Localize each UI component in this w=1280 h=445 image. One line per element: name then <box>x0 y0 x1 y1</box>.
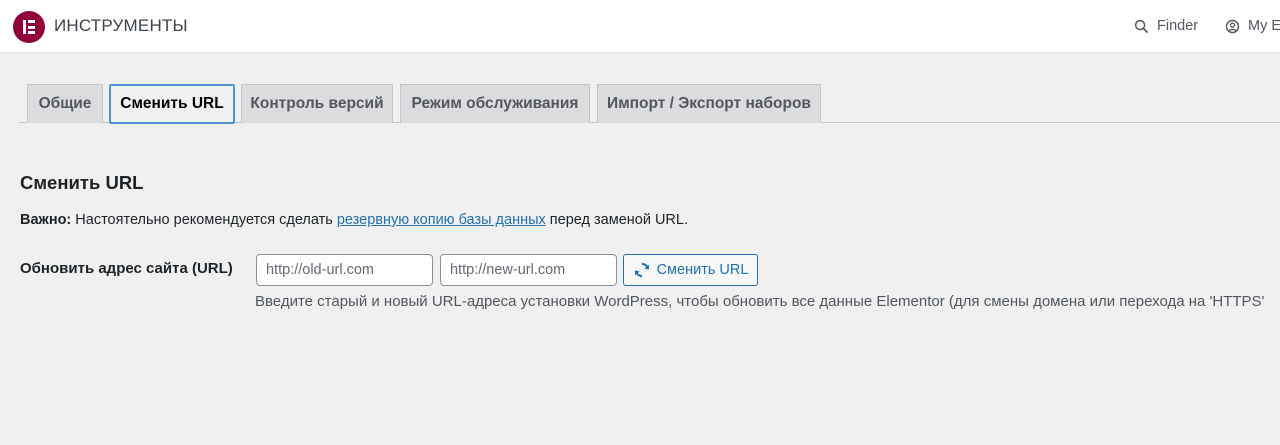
tab-label: Режим обслуживания <box>411 95 579 112</box>
search-icon <box>1134 19 1148 33</box>
finder-button[interactable]: Finder <box>1134 18 1198 34</box>
tab-label: Общие <box>38 95 92 112</box>
section-title: Сменить URL <box>20 172 144 193</box>
tab-version-control[interactable]: Контроль версий <box>241 84 393 123</box>
sync-icon <box>634 262 649 278</box>
finder-label: Finder <box>1157 18 1199 34</box>
tab-maintenance-mode[interactable]: Режим обслуживания <box>400 84 590 123</box>
replace-url-button-label: Сменить URL <box>656 262 749 278</box>
tab-general[interactable]: Общие <box>27 84 103 123</box>
replace-url-field-label: Обновить адрес сайта (URL) <box>20 260 233 277</box>
page-title: ИНСТРУМЕНТЫ <box>54 16 188 35</box>
tab-label: Сменить URL <box>120 95 224 112</box>
tools-tab-bar: Общие Сменить URL Контроль версий Режим … <box>19 84 1280 124</box>
replace-url-button[interactable]: Сменить URL <box>623 254 758 286</box>
old-url-input[interactable] <box>256 254 433 286</box>
tab-label: Импорт / Экспорт наборов <box>607 95 811 112</box>
tab-import-export-kits[interactable]: Импорт / Экспорт наборов <box>597 84 821 123</box>
elementor-logo-icon <box>13 11 45 43</box>
backup-notice: Важно: Настоятельно рекомендуется сделат… <box>20 212 688 228</box>
tab-label: Контроль версий <box>250 95 384 112</box>
notice-text-after: перед заменой URL. <box>545 212 688 228</box>
replace-url-description: Введите старый и новый URL-адреса устано… <box>255 293 1265 310</box>
top-bar: ИНСТРУМЕНТЫ Finder My El <box>0 0 1280 53</box>
backup-database-link[interactable]: резервную копию базы данных <box>337 212 546 228</box>
user-circle-icon <box>1225 19 1240 33</box>
notice-text-before: Настоятельно рекомендуется сделать <box>71 212 337 228</box>
my-elementor-button[interactable]: My El <box>1225 18 1280 34</box>
notice-strong: Важно: <box>20 212 72 228</box>
my-elementor-label: My El <box>1248 18 1280 34</box>
new-url-input[interactable] <box>440 254 617 286</box>
tab-replace-url[interactable]: Сменить URL <box>109 84 235 124</box>
